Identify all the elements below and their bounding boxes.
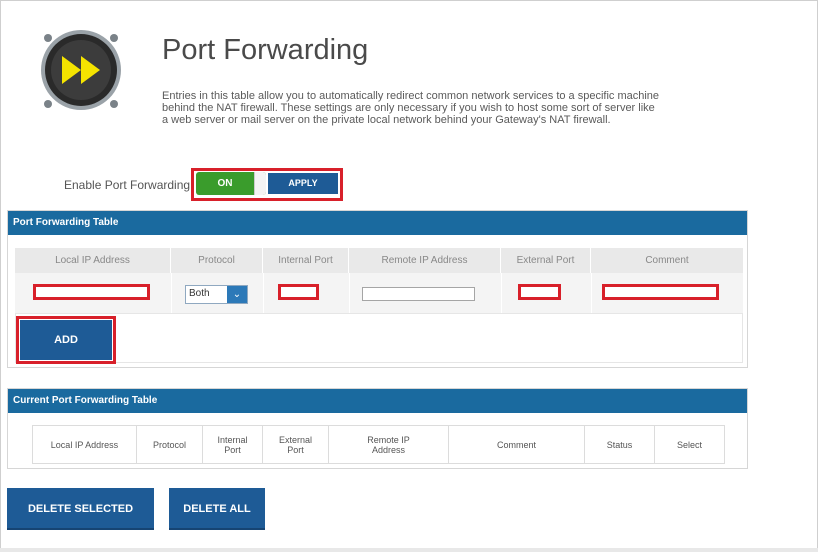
toggle-knob[interactable]: [254, 172, 266, 195]
remote-ip-input[interactable]: [362, 287, 475, 301]
column-header-internal-port: Internal Port: [263, 248, 349, 273]
port-forwarding-table-header: Port Forwarding Table: [8, 211, 747, 235]
local-ip-input[interactable]: [33, 284, 150, 300]
current-column-comment: Comment: [449, 426, 585, 463]
page-title: Port Forwarding: [162, 34, 369, 66]
column-header-local-ip: Local IP Address: [15, 248, 171, 273]
page-bottom-bar: [0, 548, 818, 552]
external-port-input[interactable]: [518, 284, 561, 300]
fast-forward-icon: [41, 30, 121, 110]
current-port-forwarding-table-header: Current Port Forwarding Table: [8, 389, 747, 413]
add-area: [15, 313, 743, 363]
enable-port-forwarding-toggle[interactable]: ON: [196, 172, 266, 195]
protocol-select[interactable]: Both ⌄: [185, 285, 248, 304]
toggle-state-label: ON: [217, 178, 233, 189]
current-column-select: Select: [676, 439, 702, 450]
current-column-remote-ip: Remote IP Address: [329, 426, 449, 463]
column-header-remote-ip: Remote IP Address: [349, 248, 501, 273]
current-column-status: Status: [585, 426, 655, 463]
current-column-local-ip: Local IP Address: [33, 426, 137, 463]
chevron-down-icon[interactable]: ⌄: [227, 286, 247, 303]
port-forwarding-table-panel: Port Forwarding Table Local IP Address P…: [7, 210, 748, 368]
protocol-select-value: Both: [189, 288, 210, 299]
column-header-comment: Comment: [645, 255, 689, 266]
current-table-header-row: Local IP Address Protocol Internal Port …: [32, 425, 725, 464]
page-description: Entries in this table allow you to autom…: [162, 90, 660, 126]
comment-input[interactable]: [602, 284, 719, 300]
enable-port-forwarding-label: Enable Port Forwarding: [64, 178, 191, 192]
apply-button[interactable]: APPLY: [268, 173, 338, 194]
delete-selected-button[interactable]: DELETE SELECTED: [7, 488, 154, 530]
column-header-protocol: Protocol: [171, 248, 263, 273]
column-header-external-port: External Port: [501, 248, 591, 273]
current-port-forwarding-table-panel: Current Port Forwarding Table Local IP A…: [7, 388, 748, 469]
internal-port-input[interactable]: [278, 284, 319, 300]
add-button[interactable]: ADD: [20, 320, 112, 360]
column-header-row: Local IP Address Protocol Internal Port …: [15, 248, 743, 273]
delete-all-button[interactable]: DELETE ALL: [169, 488, 265, 530]
current-column-internal-port: Internal Port: [203, 426, 263, 463]
current-column-external-port: External Port: [263, 426, 329, 463]
current-column-protocol: Protocol: [137, 426, 203, 463]
